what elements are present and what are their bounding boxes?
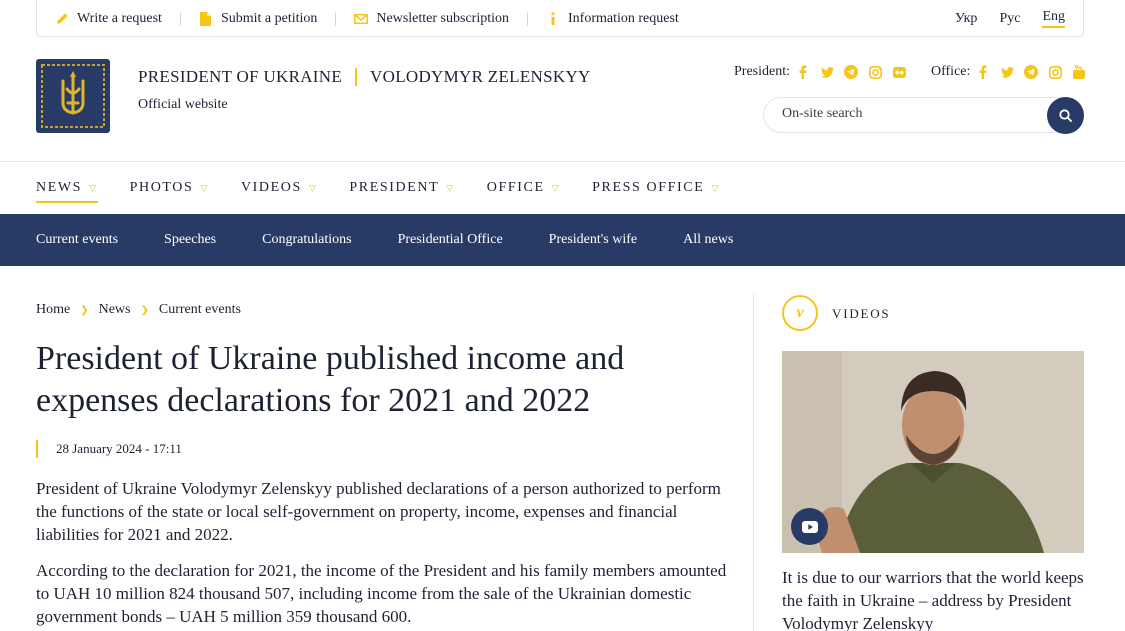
subnav-speeches[interactable]: Speeches [164,232,216,248]
instagram-icon[interactable] [1048,65,1062,79]
chevron-down-icon: ▽ [200,182,209,193]
youtube-icon[interactable] [1072,65,1086,79]
submit-petition-label: Submit a petition [220,10,318,26]
write-request-label: Write a request [77,10,162,26]
instagram-icon[interactable] [868,65,882,79]
nav-news[interactable]: NEWS ▽ [36,180,98,203]
site-search [763,97,1084,134]
search-icon [1059,109,1072,122]
lang-rus[interactable]: Рус [999,11,1020,27]
chevron-right-icon: ❯ [140,304,149,316]
nav-photos[interactable]: PHOTOS ▽ [130,180,209,196]
nav-president[interactable]: PRESIDENT ▽ [349,180,454,196]
breadcrumb: Home ❯ News ❯ Current events [36,302,241,318]
nav-office[interactable]: OFFICE ▽ [487,180,560,196]
nav-news-label: NEWS [36,180,83,195]
chevron-down-icon: ▽ [308,182,318,193]
separator [335,11,337,26]
language-switcher: Укр Рус Eng [933,0,1065,37]
breadcrumb-current-events[interactable]: Current events [159,302,241,318]
chevron-down-icon: ▽ [711,182,720,193]
president-socials: President: [734,64,906,80]
nav-videos-label: VIDEOS [240,180,302,195]
info-icon [546,12,560,26]
article-date: 28 January 2024 - 17:11 [36,440,182,458]
newsletter-label: Newsletter subscription [376,10,509,26]
column-divider [753,294,754,631]
chevron-right-icon: ❯ [80,304,89,316]
flickr-icon[interactable] [892,65,906,79]
subnav-current-events[interactable]: Current events [36,232,118,248]
article-paragraph: President of Ukraine Volodymyr Zelenskyy… [36,479,721,544]
search-button[interactable] [1047,97,1084,134]
office-socials: Office: [931,64,1086,80]
information-request-label: Information request [568,10,679,26]
coat-of-arms-logo[interactable] [36,59,110,133]
twitter-icon[interactable] [1000,65,1014,79]
youtube-icon [801,520,818,533]
subnav-all-news[interactable]: All news [683,232,733,248]
videos-section-label[interactable]: VIDEOS [832,306,890,322]
breadcrumb-home[interactable]: Home [36,302,70,318]
main-navigation: NEWS ▽ PHOTOS ▽ VIDEOS ▽ PRESIDENT ▽ OFFICE ▽… [36,162,752,214]
twitter-icon[interactable] [820,65,834,79]
chevron-down-icon: ▽ [89,182,98,193]
chevron-down-icon: ▽ [446,182,455,193]
write-request-link[interactable]: Write a request [55,11,162,27]
top-utility-bar: Write a request Submit a petition Newsle… [36,0,1084,37]
site-title-text: PRESIDENT OF UKRAINE [138,67,343,86]
office-socials-label: Office: [931,64,971,79]
utility-links: Write a request Submit a petition Newsle… [55,0,679,37]
lang-eng[interactable]: Eng [1042,9,1065,28]
president-name: VOLODYMYR ZELENSKYY [370,67,591,86]
play-button[interactable] [791,508,828,545]
chevron-down-icon: ▽ [551,182,561,193]
submit-petition-link[interactable]: Submit a petition [199,11,317,27]
video-title-link[interactable]: It is due to our warriors that the world… [782,566,1084,631]
pencil-icon [55,12,69,26]
title-divider [355,68,358,86]
document-icon [199,11,213,26]
subnav-presidential-office[interactable]: Presidential Office [398,232,503,248]
nav-press-office-label: PRESS OFFICE [592,180,705,195]
facebook-icon[interactable] [796,65,810,79]
facebook-icon[interactable] [976,65,990,79]
nav-press-office[interactable]: PRESS OFFICE ▽ [592,180,720,196]
separator [179,11,181,26]
telegram-icon[interactable] [1024,65,1039,79]
news-subnavigation: Current events Speeches Congratulations … [0,214,1125,266]
nav-photos-label: PHOTOS [129,180,194,195]
envelope-icon [354,12,369,26]
newsletter-link[interactable]: Newsletter subscription [354,11,509,27]
nav-videos[interactable]: VIDEOS ▽ [241,180,317,196]
lang-ukr[interactable]: Укр [955,11,977,27]
site-title[interactable]: PRESIDENT OF UKRAINE VOLODYMYR ZELENSKYY [138,67,591,87]
nav-office-label: OFFICE [486,180,545,195]
separator [527,11,528,26]
site-subtitle: Official website [138,97,228,112]
subnav-presidents-wife[interactable]: President's wife [549,232,637,248]
information-request-link[interactable]: Information request [546,11,679,27]
search-input[interactable] [782,106,1032,122]
nav-president-label: PRESIDENT [349,180,440,195]
president-socials-label: President: [734,64,790,79]
article-paragraph: According to the declaration for 2021, t… [36,561,727,626]
breadcrumb-news[interactable]: News [99,302,131,318]
videos-logo-icon: v [782,295,818,331]
article-title: President of Ukraine published income an… [36,340,625,419]
telegram-icon[interactable] [844,65,858,79]
subnav-congratulations[interactable]: Congratulations [262,232,351,248]
